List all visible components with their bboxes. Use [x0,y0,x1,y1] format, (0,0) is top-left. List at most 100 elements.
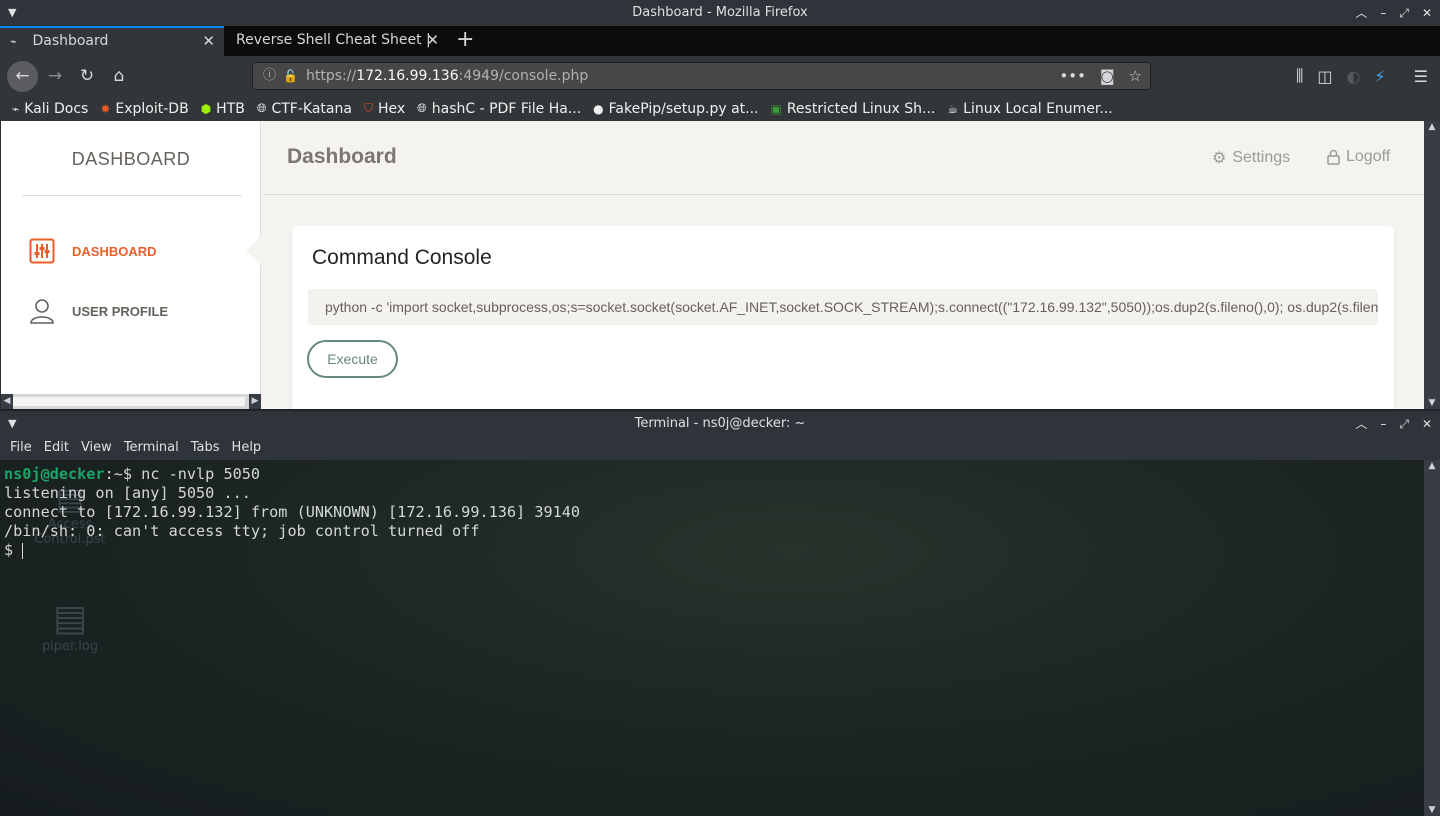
command-input[interactable]: python -c 'import socket,subprocess,os;s… [308,289,1378,325]
bookmark-label: Hex [377,100,406,117]
window-up-icon[interactable]: ︿ [1355,411,1367,437]
url-scheme: https:// [306,68,357,84]
settings-link[interactable]: ⚙ Settings [1212,148,1290,168]
lightning-icon[interactable]: ⚡ [1374,67,1385,86]
insecure-lock-icon[interactable]: 🔓 [283,63,298,89]
bookmark-label: Linux Local Enumer... [963,100,1113,117]
bookmark-label: Exploit-DB [115,100,189,117]
terminal-line: ns0j@decker:~$ nc -nvlp 5050 [4,465,260,484]
html5-icon: ⛉ [363,101,373,115]
scroll-down-icon[interactable]: ▼ [1424,805,1440,815]
menu-view[interactable]: View [75,436,118,460]
sidebar-item-dashboard[interactable]: DASHBOARD [29,236,157,266]
terminal-window: ▼ Terminal - ns0j@decker: ~ ︿ – ⤢ ✕ File… [0,409,1440,816]
sidebar-horizontal-scrollbar[interactable]: ◀ ▶ [1,394,261,409]
menu-help[interactable]: Help [226,436,268,460]
bookmark-hashc[interactable]: 🌐︎ hashC - PDF File Ha... [417,101,581,117]
text-cursor [22,542,24,559]
terminal-title: Terminal - ns0j@decker: ~ [634,416,806,431]
info-icon[interactable]: ⓘ [263,63,276,89]
bookmark-fakepip[interactable]: ● FakePip/setup.py at... [593,101,758,117]
scroll-down-icon[interactable]: ▼ [1424,398,1440,408]
bookmark-label: hashC - PDF File Ha... [431,100,582,117]
menu-edit[interactable]: Edit [38,436,75,460]
window-menu-icon[interactable]: ▼ [8,411,16,437]
sidebar-item-label: USER PROFILE [72,303,169,319]
window-menu-icon[interactable]: ▼ [8,0,16,26]
tab-dashboard[interactable]: ⌁ Dashboard ✕ [0,26,224,56]
terminal-icon: ▣ [770,101,782,116]
logoff-label: Logoff [1346,148,1391,165]
gear-icon: ⚙ [1212,150,1227,167]
hamburger-menu-icon[interactable]: ☰ [1414,67,1428,86]
scroll-right-icon[interactable]: ▶ [249,394,261,409]
menu-file[interactable]: File [4,436,38,460]
terminal-command: nc -nvlp 5050 [141,465,261,483]
tab-close-icon[interactable]: ✕ [426,26,439,54]
reload-button[interactable]: ↻ [72,61,102,91]
bookmarks-toolbar: ⌁ Kali Docs ✸ Exploit-DB ⬢ HTB 🌐︎ CTF-Katana… [0,96,1440,121]
kali-dragon-icon: ⌁ [10,35,17,48]
scroll-left-icon[interactable]: ◀ [1,394,13,409]
home-button[interactable]: ⌂ [104,61,134,91]
sidebar-item-user-profile[interactable]: USER PROFILE [29,296,168,326]
shell-prompt: $ [4,541,23,559]
page-actions-icon[interactable]: ••• [1059,63,1086,89]
menu-terminal[interactable]: Terminal [118,436,185,460]
pocket-icon[interactable]: ◙ [1100,63,1115,89]
execute-button[interactable]: Execute [307,340,398,378]
tab-reverse-shell-cheat-sheet[interactable]: Reverse Shell Cheat Sheet | … ✕ [226,26,448,76]
url-bar[interactable]: ⓘ 🔓 https://172.16.99.136:4949/console.p… [252,62,1151,90]
window-up-icon[interactable]: ︿ [1355,0,1367,26]
sidebar-divider [22,195,242,196]
bookmark-kali-docs[interactable]: ⌁ Kali Docs [12,101,88,117]
bookmark-restricted-linux-shell[interactable]: ▣ Restricted Linux Sh... [770,101,935,117]
scroll-up-icon[interactable]: ▲ [1424,461,1440,471]
url-path: :4949/console.php [458,68,589,84]
globe-icon: 🌐︎ [256,101,267,115]
tab-bar: ⌁ Dashboard ✕ Reverse Shell Cheat Sheet … [0,26,1440,76]
url-text[interactable]: https://172.16.99.136:4949/console.php [306,63,588,89]
bookmark-ctf-katana[interactable]: 🌐︎ CTF-Katana [257,101,352,117]
bookmark-label: HTB [216,100,245,117]
menu-tabs[interactable]: Tabs [185,436,226,460]
minimize-icon[interactable]: – [1380,411,1386,437]
extension-icon[interactable]: ◐ [1346,67,1360,86]
exploit-db-icon: ✸ [100,101,111,116]
sidebar: DASHBOARD DASHBOARD USER PROFILE ◀ ▶ [1,121,261,409]
terminal-body[interactable]: ▤ Access Control.pst ▤ piper.log ns0j@de… [0,460,1424,816]
url-host: 172.16.99.136 [356,68,459,84]
bookmark-htb[interactable]: ⬢ HTB [201,101,245,117]
maximize-icon[interactable]: ⤢ [1399,0,1409,26]
window-titlebar: ▼ Dashboard - Mozilla Firefox ︿ – ⤢ ✕ [0,0,1440,26]
terminal-titlebar: ▼ Terminal - ns0j@decker: ~ ︿ – ⤢ ✕ [0,409,1440,436]
bookmark-label: Restricted Linux Sh... [786,100,936,117]
bookmark-exploit-db[interactable]: ✸ Exploit-DB [100,101,188,117]
minimize-icon[interactable]: – [1380,0,1386,26]
terminal-scrollbar[interactable]: ▲ ▼ [1424,460,1440,816]
sidebar-toggle-icon[interactable]: ◫ [1317,67,1332,86]
bookmark-linux-local-enum[interactable]: ☕︎ Linux Local Enumer... [947,101,1112,117]
back-arrow-icon: ← [15,66,30,86]
library-icon[interactable]: ⫼ [1296,66,1303,86]
tab-close-icon[interactable]: ✕ [202,28,215,54]
scrollbar-thumb[interactable] [13,397,245,406]
bookmark-hex[interactable]: ⛉ Hex [364,101,405,117]
back-button[interactable]: ← [7,61,38,92]
page-vertical-scrollbar[interactable]: ▲ ▼ [1424,121,1440,409]
forward-button[interactable]: → [40,61,70,91]
logoff-link[interactable]: Logoff [1327,148,1390,166]
forward-arrow-icon: → [47,66,63,86]
new-tab-button[interactable]: + [456,26,474,54]
terminal-menubar: File Edit View Terminal Tabs Help [0,436,1440,460]
bookmark-star-icon[interactable]: ☆ [1129,63,1142,89]
scroll-up-icon[interactable]: ▲ [1424,122,1440,132]
bookmark-label: Kali Docs [24,100,89,117]
tab-label: Dashboard [32,33,109,49]
web-page: DASHBOARD DASHBOARD USER PROFILE ◀ ▶ Das… [1,121,1424,409]
close-icon[interactable]: ✕ [1422,411,1432,437]
sidebar-brand[interactable]: DASHBOARD [1,149,261,170]
close-icon[interactable]: ✕ [1422,0,1432,26]
terminal-line: connect to [172.16.99.132] from (UNKNOWN… [4,503,581,521]
maximize-icon[interactable]: ⤢ [1399,411,1409,437]
